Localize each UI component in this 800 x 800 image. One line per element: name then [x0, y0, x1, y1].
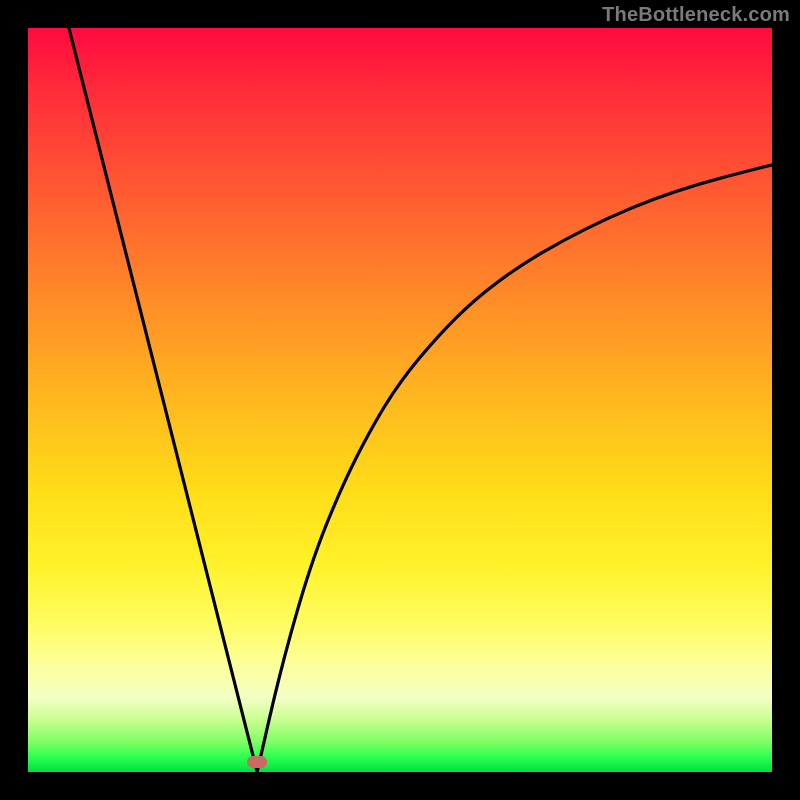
- chart-frame: TheBottleneck.com: [0, 0, 800, 800]
- curve-path: [69, 28, 772, 772]
- watermark-text: TheBottleneck.com: [602, 4, 790, 27]
- bottleneck-curve: [28, 28, 772, 772]
- plot-area: [28, 28, 772, 772]
- optimum-marker: [247, 756, 267, 768]
